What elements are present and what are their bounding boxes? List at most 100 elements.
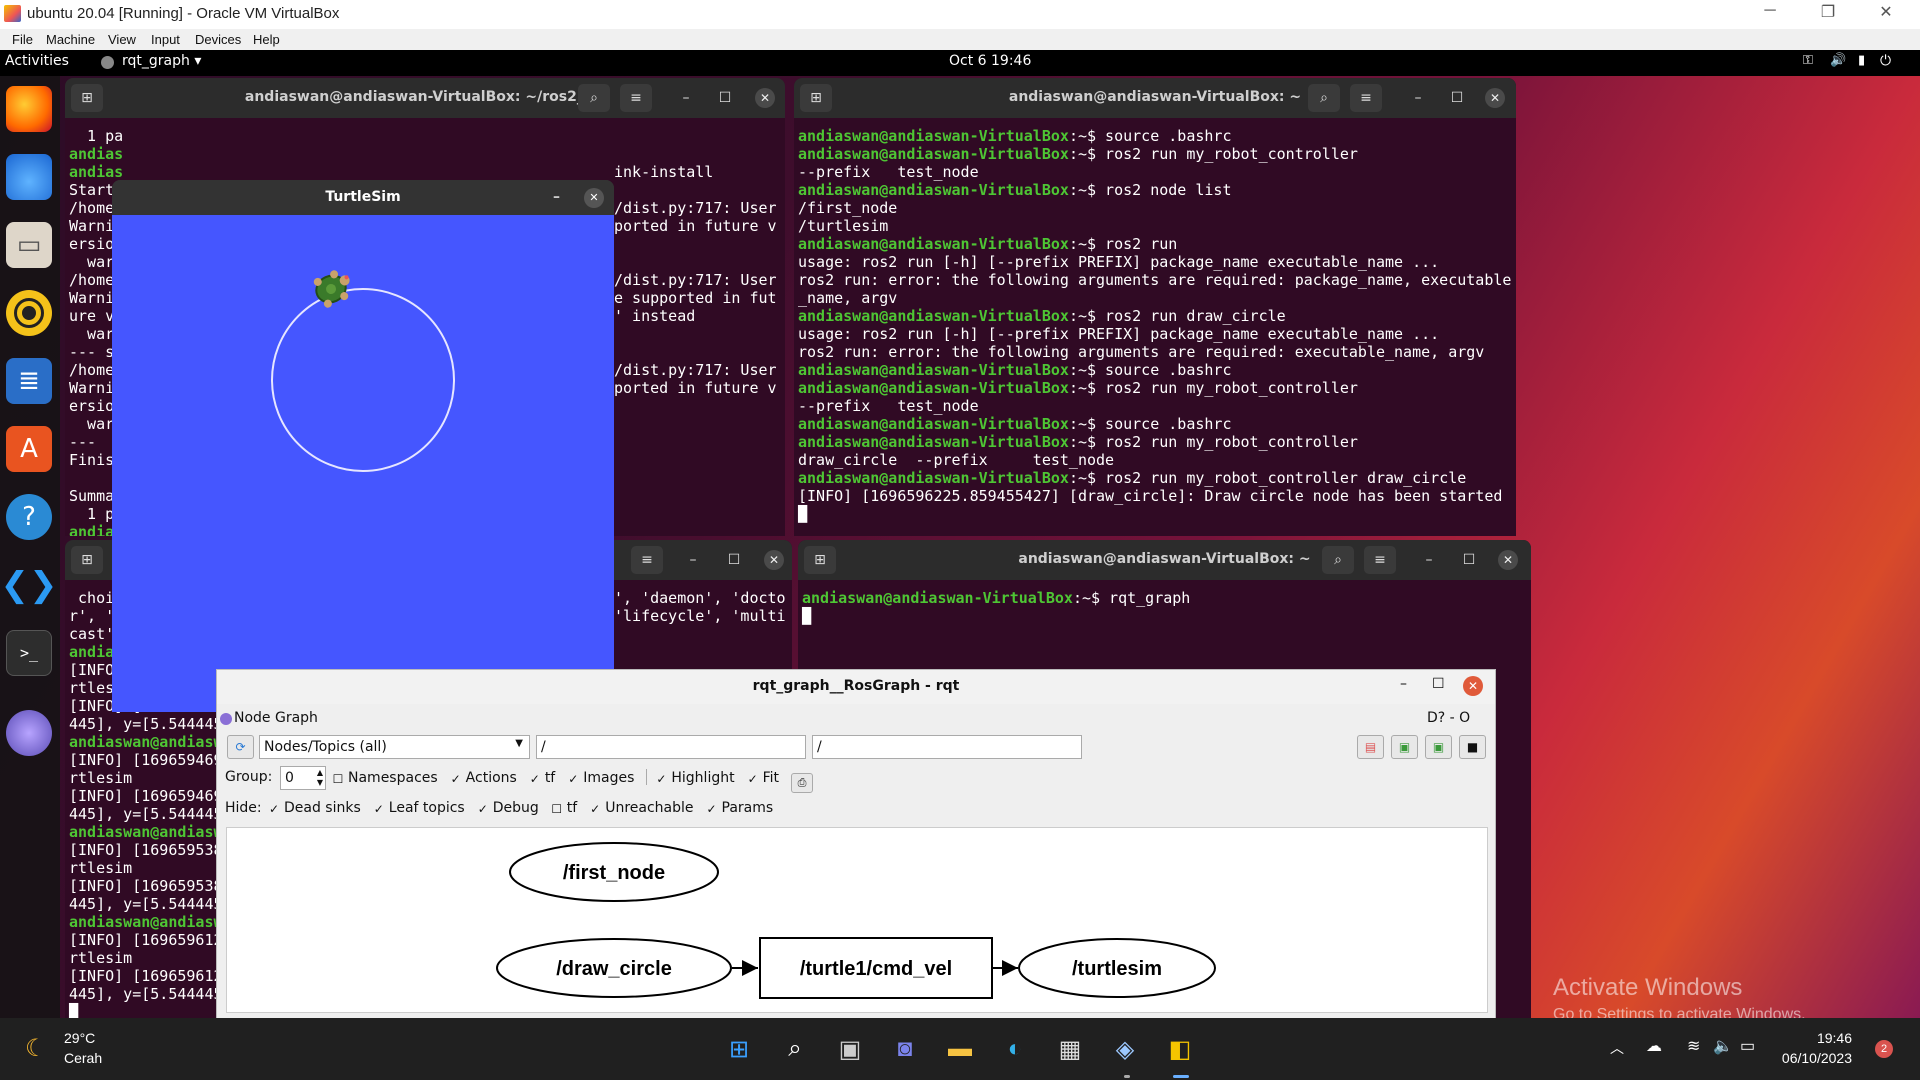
app-menu[interactable]: rqt_graph ▾	[122, 53, 201, 69]
checkbox-dead-sinks[interactable]: ✓ Dead sinks	[268, 800, 361, 816]
minimize-icon[interactable]: –	[674, 86, 698, 110]
maximize-icon[interactable]: ☐	[713, 86, 737, 110]
checkbox-unreachable[interactable]: ✓ Unreachable	[589, 800, 693, 816]
activities-button[interactable]: Activities	[5, 53, 69, 69]
checkbox-tf[interactable]: ✓ tf	[529, 770, 555, 786]
save-svg-icon[interactable]: ▣	[1425, 735, 1452, 759]
group-spinbox[interactable]: 0 ▲ ▼	[280, 766, 326, 790]
taskbar-date[interactable]: 06/10/2023	[1772, 1050, 1852, 1066]
top-clock[interactable]: Oct 6 19:46	[949, 53, 1031, 69]
save-image-icon[interactable]: ■	[1459, 735, 1486, 759]
speaker-icon[interactable]: 🔈	[1713, 1036, 1733, 1056]
refresh-icon[interactable]: ⟳	[227, 735, 254, 759]
writer-icon[interactable]: ≣	[6, 358, 52, 404]
volume-icon[interactable]: 🔊	[1830, 53, 1846, 68]
checkbox-images[interactable]: ✓ Images	[567, 770, 634, 786]
close-icon[interactable]: ✕	[764, 550, 784, 570]
close-icon[interactable]: ✕	[1498, 550, 1518, 570]
minimize-icon[interactable]: –	[681, 548, 705, 572]
graph-type-select[interactable]: Nodes/Topics (all) ▼	[259, 735, 530, 759]
microsoft-store-icon[interactable]: ▦	[1053, 1032, 1087, 1066]
checkbox-debug[interactable]: ✓ Debug	[477, 800, 539, 816]
turtlesim-window[interactable]: TurtleSim – ✕	[112, 180, 614, 712]
new-tab-icon[interactable]: ⊞	[71, 546, 103, 574]
virtualbox-vm-icon[interactable]: ◧	[1163, 1032, 1197, 1066]
checkbox-highlight[interactable]: ✓ Highlight	[655, 770, 734, 786]
help-icon[interactable]: ?	[6, 494, 52, 540]
menu-view[interactable]: View	[108, 32, 136, 47]
weather-temp[interactable]: 29°C	[64, 1030, 95, 1046]
maximize-icon[interactable]: ☐	[1457, 548, 1481, 572]
checkbox-tf[interactable]: ☐ tf	[551, 800, 577, 816]
quiet-view-icon[interactable]: ⎙	[791, 773, 814, 793]
minimize-icon[interactable]: –	[1406, 86, 1430, 110]
weather-desc[interactable]: Cerah	[64, 1050, 102, 1066]
plugin-controls[interactable]: D? - O	[1427, 710, 1470, 726]
task-view-icon[interactable]: ▣	[833, 1032, 867, 1066]
checkbox-actions[interactable]: ✓ Actions	[450, 770, 517, 786]
moon-weather-icon[interactable]: ☾	[25, 1034, 47, 1063]
search-icon[interactable]: ⌕	[578, 84, 610, 112]
close-icon[interactable]: ✕	[584, 188, 604, 208]
checkbox-label: tf	[566, 800, 578, 816]
hamburger-menu-icon[interactable]: ≡	[1350, 84, 1382, 112]
firefox-icon[interactable]	[6, 86, 52, 132]
menu-devices[interactable]: Devices	[195, 32, 241, 47]
prompt: andiaswan@andiaswan-VirtualBox	[802, 589, 1073, 607]
edge-icon[interactable]: ◐	[998, 1032, 1032, 1066]
graph-canvas[interactable]: /first_node /draw_circle /turtle1/cmd_ve…	[226, 827, 1488, 1013]
save-dot-icon[interactable]: ▣	[1391, 735, 1418, 759]
network-icon[interactable]: ⚿	[1803, 53, 1813, 68]
menu-file[interactable]: File	[12, 32, 33, 47]
maximize-icon[interactable]: ☐	[1445, 86, 1469, 110]
close-icon[interactable]: ✕	[755, 88, 775, 108]
windows-start-icon[interactable]: ⊞	[722, 1032, 756, 1066]
menu-input[interactable]: Input	[151, 32, 180, 47]
virtualbox-taskbar-icon[interactable]: ◈	[1108, 1032, 1142, 1066]
battery-icon[interactable]: ▭	[1740, 1036, 1755, 1056]
checkbox-leaf-topics[interactable]: ✓ Leaf topics	[373, 800, 465, 816]
chevron-up-icon[interactable]: ︿	[1610, 1038, 1624, 1058]
notification-badge[interactable]: 2	[1875, 1040, 1893, 1058]
wifi-icon[interactable]: ≋	[1687, 1036, 1700, 1056]
hamburger-menu-icon[interactable]: ≡	[1364, 546, 1396, 574]
search-icon[interactable]: ⌕	[778, 1032, 812, 1066]
minimize-icon[interactable]: –	[1400, 676, 1407, 692]
files-icon[interactable]: ▭	[6, 222, 52, 268]
checkbox-fit[interactable]: ✓ Fit	[747, 770, 779, 786]
hamburger-menu-icon[interactable]: ≡	[620, 84, 652, 112]
power-icon[interactable]: ⏻	[1880, 53, 1891, 69]
checkbox-params[interactable]: ✓ Params	[706, 800, 773, 816]
node-filter-input[interactable]: /	[536, 735, 806, 759]
menu-help[interactable]: Help	[253, 32, 280, 47]
taskbar-time[interactable]: 19:46	[1772, 1030, 1852, 1046]
teams-chat-icon[interactable]: ◙	[888, 1032, 922, 1066]
hamburger-menu-icon[interactable]: ≡	[631, 546, 663, 574]
rhythmbox-icon[interactable]	[6, 290, 52, 336]
rqt-graph-window[interactable]: rqt_graph__RosGraph - rqt – ☐ ✕ Node Gra…	[216, 669, 1496, 1018]
terminal-icon[interactable]: >_	[6, 630, 52, 676]
battery-icon[interactable]: ▮	[1858, 53, 1865, 68]
maximize-icon[interactable]: ☐	[722, 548, 746, 572]
software-icon[interactable]: A	[6, 426, 52, 472]
maximize-icon[interactable]: ☐	[1432, 676, 1445, 692]
menu-machine[interactable]: Machine	[46, 32, 95, 47]
terminal-home[interactable]: ⊞ andiaswan@andiaswan-VirtualBox: ~ ⌕ ≡ …	[794, 78, 1516, 536]
ros-icon[interactable]	[6, 710, 52, 756]
vscode-icon[interactable]: ❮❯	[1, 562, 58, 608]
minimize-icon[interactable]: ─	[1750, 2, 1790, 26]
close-icon[interactable]: ✕	[1866, 2, 1906, 26]
cloud-icon[interactable]: ☁	[1646, 1036, 1662, 1056]
file-explorer-icon[interactable]: ▬	[943, 1032, 977, 1066]
minimize-icon[interactable]: –	[553, 180, 560, 215]
close-icon[interactable]: ✕	[1485, 88, 1505, 108]
restore-icon[interactable]: ❐	[1808, 2, 1848, 26]
checkbox-namespaces[interactable]: ☐ Namespaces	[332, 770, 438, 786]
thunderbird-icon[interactable]	[6, 154, 52, 200]
load-dot-icon[interactable]: ▤	[1357, 735, 1384, 759]
search-icon[interactable]: ⌕	[1308, 84, 1340, 112]
topic-filter-input[interactable]: /	[812, 735, 1082, 759]
close-icon[interactable]: ✕	[1463, 676, 1483, 696]
search-icon[interactable]: ⌕	[1322, 546, 1354, 574]
minimize-icon[interactable]: –	[1417, 548, 1441, 572]
